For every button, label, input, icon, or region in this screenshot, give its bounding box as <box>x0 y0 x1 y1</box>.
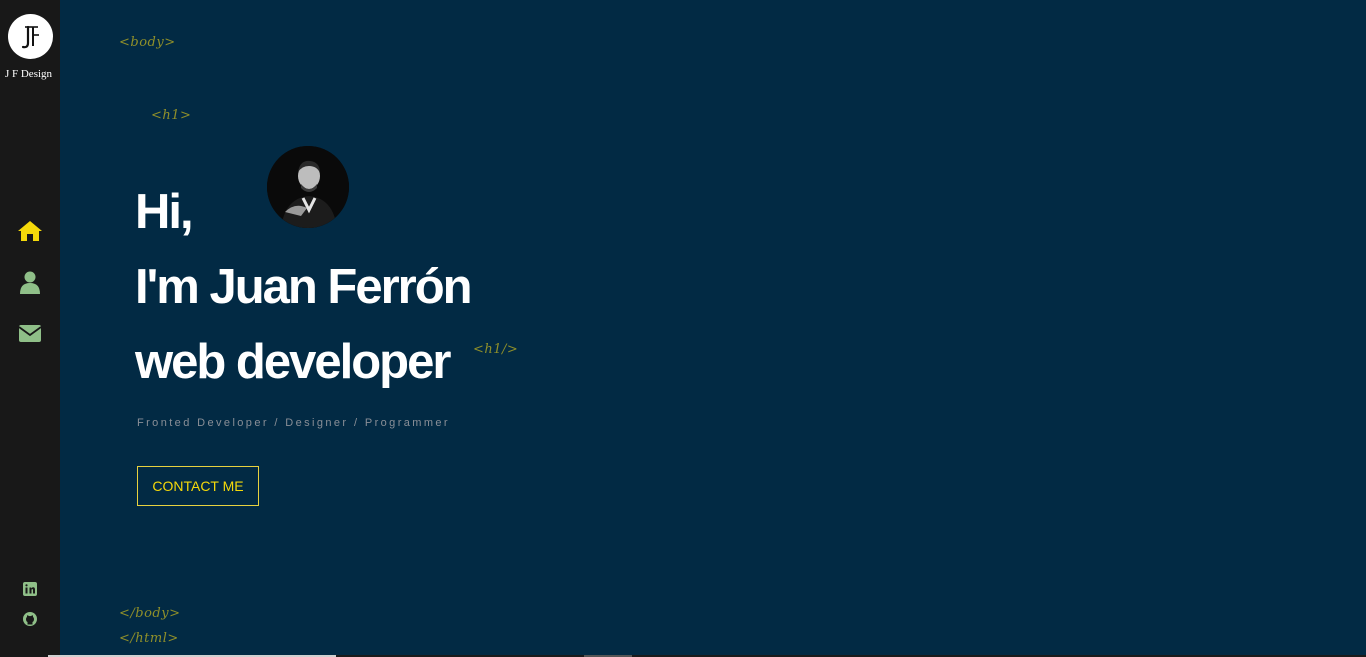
github-link[interactable] <box>22 611 38 627</box>
nav-contact[interactable] <box>17 320 43 346</box>
nav-home[interactable] <box>17 218 43 244</box>
contact-me-button[interactable]: CONTACT ME <box>137 466 259 506</box>
github-icon <box>23 612 37 626</box>
h1-close-tag: <h1/> <box>473 342 519 357</box>
envelope-icon <box>18 325 42 342</box>
body-open-tag: <body> <box>119 35 176 50</box>
logo-label: J F Design <box>4 68 53 80</box>
profile-photo <box>267 146 349 228</box>
hero-subtitle: Fronted Developer / Designer / Programme… <box>137 417 450 429</box>
linkedin-link[interactable] <box>22 581 38 597</box>
jf-monogram-icon <box>21 25 39 48</box>
nav-about[interactable] <box>17 269 43 295</box>
profile-photo-image <box>267 146 349 228</box>
h1-open-tag: <h1> <box>151 108 192 123</box>
hero-line-1: Hi, <box>135 185 194 239</box>
sidebar: J F Design <box>0 0 60 657</box>
home-icon <box>18 221 42 241</box>
html-close-tag: </html> <box>119 631 179 646</box>
logo[interactable] <box>8 14 53 59</box>
hero-line-3: web developer <box>135 335 451 389</box>
body-close-tag: </body> <box>119 606 181 621</box>
hero-line-2: I'm Juan Ferrón <box>135 260 473 314</box>
linkedin-icon <box>23 582 37 596</box>
user-icon <box>20 271 40 294</box>
